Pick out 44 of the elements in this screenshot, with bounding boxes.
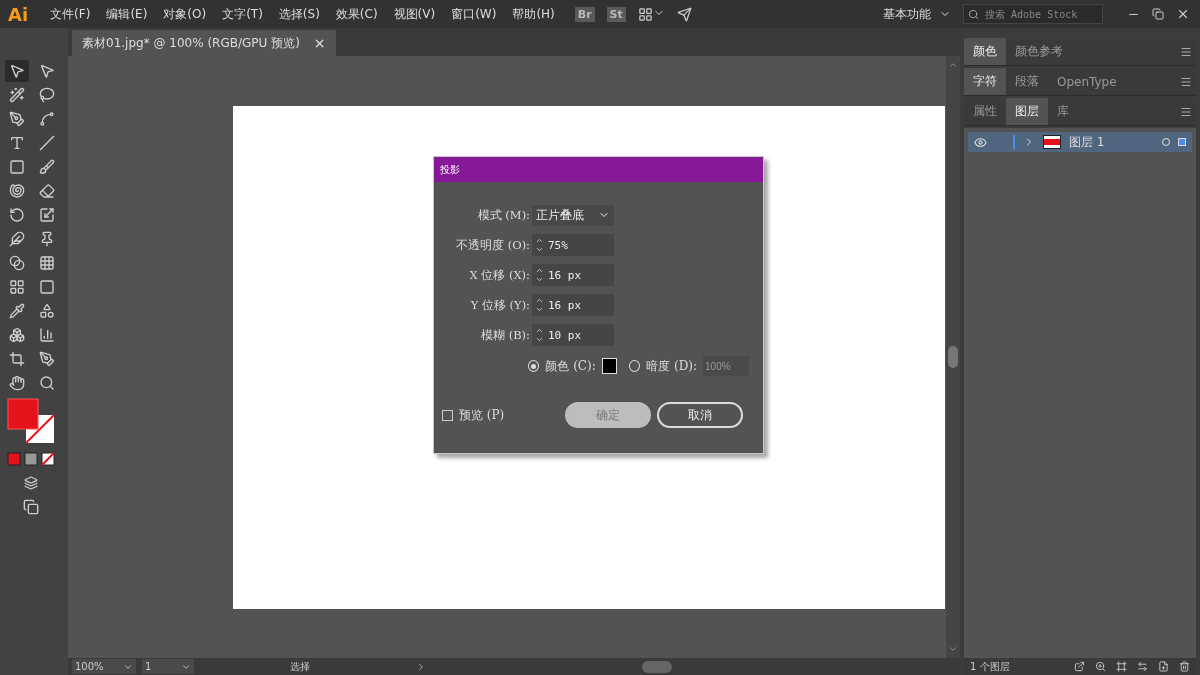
value-input[interactable]: 10 px — [546, 328, 614, 342]
workspace-switcher[interactable]: 基本功能 — [875, 5, 939, 23]
field-label: 不透明度 (O): — [455, 237, 530, 253]
zoom-field[interactable]: 100% — [72, 659, 136, 674]
current-tool-label: 选择 — [290, 659, 311, 674]
dialog-title: 投影 — [434, 157, 763, 182]
preview-label: 预览 (P) — [459, 406, 506, 424]
document-tab[interactable]: 素材01.jpg* @ 100% (RGB/GPU 预览) × — [72, 30, 336, 56]
app-logo: Ai — [7, 3, 30, 25]
layer-count: 1 个图层 — [970, 659, 1011, 674]
menu-item[interactable]: 文字(T) — [214, 5, 271, 23]
menu-item[interactable]: 对象(O) — [155, 5, 215, 23]
mode-dropdown[interactable]: 正片叠底 — [532, 204, 614, 226]
number-field[interactable]: 10 px — [532, 324, 614, 346]
darkness-label: 暗度 (D): — [646, 357, 697, 375]
number-field[interactable]: 16 px — [532, 264, 614, 286]
bridge-button[interactable]: Br — [574, 6, 595, 22]
panel-tab[interactable]: 图层 — [1006, 98, 1048, 125]
number-field[interactable]: 16 px — [532, 294, 614, 316]
layer-name: 图层 1 — [1069, 133, 1106, 151]
field-label: X 位移 (X): — [468, 267, 530, 283]
field-label: Y 位移 (Y): — [469, 297, 530, 313]
color-label: 颜色 (C): — [545, 357, 596, 375]
close-tab-button[interactable]: × — [313, 35, 326, 51]
menu-item[interactable]: 帮助(H) — [504, 5, 563, 23]
menu-item[interactable]: 窗口(W) — [443, 5, 505, 23]
value-input[interactable]: 16 px — [546, 298, 614, 312]
menu-item[interactable]: 效果(C) — [327, 5, 386, 23]
panel-tab[interactable]: 颜色 — [964, 38, 1006, 65]
menu-item[interactable]: 视图(V) — [385, 5, 444, 23]
page-field[interactable]: 1 — [142, 659, 194, 674]
cancel-button[interactable]: 取消 — [657, 402, 743, 428]
menu-item[interactable]: 选择(S) — [270, 5, 328, 23]
value-input[interactable]: 16 px — [546, 268, 614, 282]
field-label: 模糊 (B): — [480, 327, 530, 343]
stock-button[interactable]: St — [606, 6, 626, 22]
layer-row[interactable]: 图层 1 — [968, 132, 1192, 152]
search-field[interactable]: 搜索 Adobe Stock — [963, 4, 1103, 24]
menu-item[interactable]: 编辑(E) — [98, 5, 156, 23]
menu-item[interactable]: 文件(F) — [42, 5, 99, 23]
panel-tab[interactable]: 字符 — [964, 68, 1006, 95]
value-input[interactable]: 75% — [546, 238, 614, 252]
field-label: 模式 (M): — [476, 207, 530, 223]
number-field[interactable]: 75% — [532, 234, 614, 256]
